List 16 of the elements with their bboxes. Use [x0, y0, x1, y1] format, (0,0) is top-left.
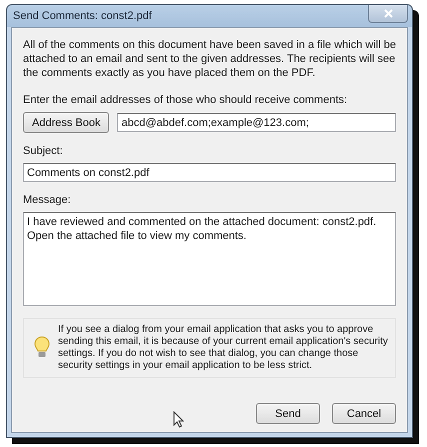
subject-label: Subject:	[23, 145, 64, 157]
window-title: Send Comments: const2.pdf	[12, 10, 152, 22]
lightbulb-icon	[34, 336, 50, 360]
message-field[interactable]: I have reviewed and commented on the attached document: const2.pdf. Open the attached file to view my comments.	[23, 212, 396, 306]
close-icon	[384, 9, 392, 18]
tip-text: If you see a dialog from your email application that asks you to approve sending this email, it is because of your current email application's security settings. If you do not wish to see that dialog, you can change those security settings in your email application to be less strict.	[58, 324, 389, 372]
recipients-label: Enter the email addresses of those who should receive comments:	[23, 94, 348, 106]
dialog-button[interactable]: Send	[256, 403, 320, 424]
subject-field[interactable]: Comments on const2.pdf	[23, 163, 396, 182]
mouse-pointer-icon	[173, 411, 184, 428]
recipients-field[interactable]: abcd@abdef.com;example@123.com;	[117, 113, 396, 132]
message-label: Message:	[23, 194, 72, 206]
address-book-button[interactable]: Address Book	[23, 112, 110, 133]
intro-text: All of the comments on this document have been saved in a file which will be attached to an email and sent to the given addresses. The recipients will see the comments exactly as you have placed them on the PDF.	[23, 38, 396, 80]
dialog-button[interactable]: Cancel	[332, 403, 396, 424]
close-button[interactable]	[368, 5, 408, 23]
